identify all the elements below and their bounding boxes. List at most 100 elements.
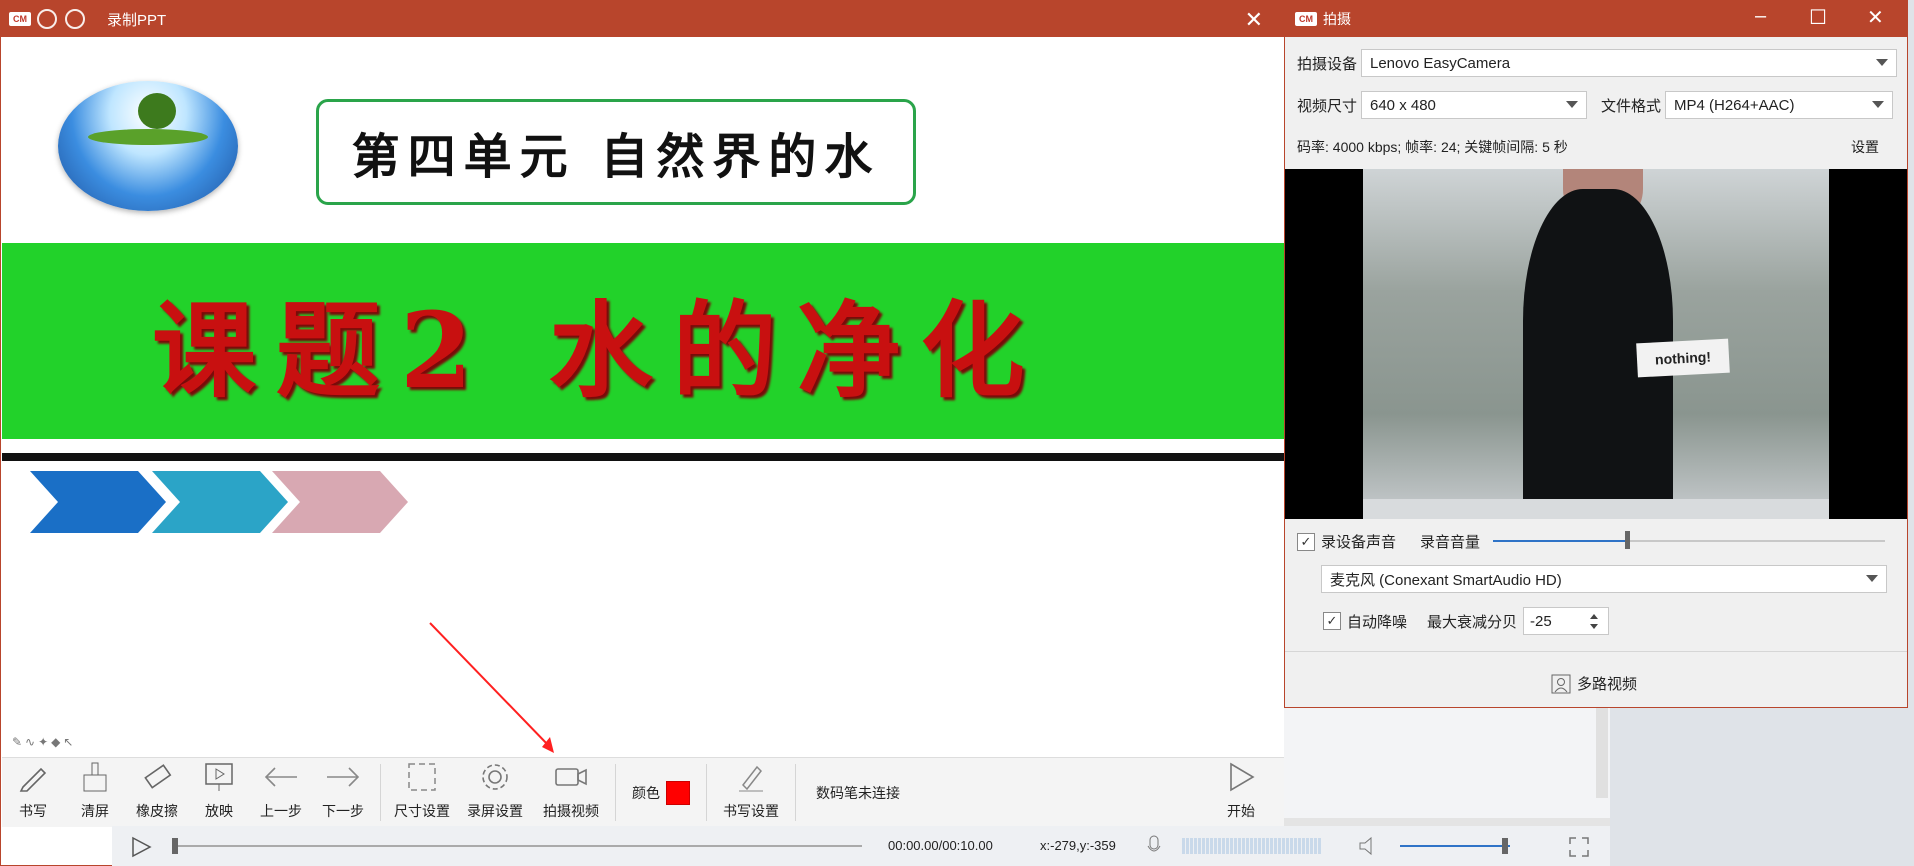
eraser-icon [144, 764, 172, 789]
format-select[interactable]: MP4 (H264+AAC) [1665, 91, 1893, 119]
toolbar-separator [795, 764, 796, 821]
side-panel-background [1284, 708, 1610, 826]
presentation-icon [205, 763, 233, 791]
volume-slider-fill[interactable] [1493, 540, 1627, 542]
pencil-icon [19, 767, 47, 792]
start-label: 开始 [1227, 803, 1255, 819]
camera-window-title: 拍摄 [1323, 11, 1351, 27]
denoise-label: 自动降噪 [1347, 613, 1408, 631]
toolbar-separator [380, 764, 381, 821]
record-settings-button[interactable]: 录屏设置 [457, 758, 533, 827]
microphone-select[interactable]: 麦克风 (Conexant SmartAudio HD) [1321, 565, 1887, 593]
h-scrollbar[interactable] [1284, 818, 1610, 826]
device-select[interactable]: Lenovo EasyCamera [1361, 49, 1897, 77]
settings-link[interactable]: 设置 [1851, 137, 1879, 157]
eraser-label: 橡皮擦 [136, 803, 178, 819]
main-titlebar: CM 录制PPT ✕ [1, 1, 1283, 37]
fullscreen-icon[interactable] [1568, 836, 1590, 858]
clear-button[interactable]: 清屏 [64, 758, 126, 827]
write-label: 书写 [19, 803, 47, 819]
denoise-checkbox[interactable]: ✓ [1323, 612, 1341, 630]
volume-slider-track[interactable] [1627, 540, 1885, 542]
color-swatch[interactable] [666, 780, 690, 805]
write-button[interactable]: 书写 [2, 758, 64, 827]
size-settings-label: 尺寸设置 [394, 803, 450, 819]
next-step-button[interactable]: 下一步 [312, 758, 374, 827]
gear-icon [482, 764, 508, 790]
arrow-left-icon [264, 767, 297, 787]
lesson-banner: 课题2 水的净化 [2, 243, 1284, 439]
start-button[interactable]: 开始 [1210, 758, 1272, 827]
close-icon[interactable]: ✕ [1867, 5, 1884, 30]
record-audio-label: 录设备声音 [1321, 534, 1397, 551]
max-atten-value: -25 [1530, 612, 1552, 630]
close-icon[interactable]: ✕ [1245, 7, 1263, 33]
redo-icon[interactable] [65, 9, 85, 29]
play-label: 放映 [205, 803, 233, 819]
timeline-track[interactable] [172, 845, 862, 847]
play-icon[interactable] [130, 836, 152, 858]
multi-video-label: 多路视频 [1577, 676, 1638, 693]
chevron-2 [152, 471, 288, 533]
max-atten-label: 最大衰减分贝 [1427, 613, 1518, 631]
stepper-down-icon[interactable] [1590, 624, 1599, 629]
time-readout: 00:00.00/00:10.00 [888, 838, 993, 853]
camera-video-button[interactable]: 拍摄视频 [533, 758, 609, 827]
person-icon [1551, 674, 1571, 693]
timeline-thumb[interactable] [172, 838, 178, 854]
size-settings-button[interactable]: 尺寸设置 [387, 758, 457, 827]
bottom-toolbar: 书写 清屏 橡皮擦 放映 上一步 下一步 尺寸设置 录屏设置 拍摄视频 颜色 书… [2, 757, 1284, 827]
lesson-title: 课题2 水的净化 [152, 288, 1045, 412]
minimize-icon[interactable]: – [1755, 5, 1766, 28]
prev-label: 上一步 [260, 803, 302, 819]
record-audio-checkbox[interactable]: ✓ [1297, 532, 1315, 551]
globe-image [58, 81, 238, 211]
app-logo-icon: CM [9, 12, 31, 26]
encoding-info: 码率: 4000 kbps; 帧率: 24; 关键帧间隔: 5 秒 [1297, 139, 1568, 155]
maximize-icon[interactable]: ☐ [1809, 5, 1827, 30]
shirt-text: nothing! [1636, 338, 1730, 378]
undo-icon[interactable] [37, 9, 57, 29]
cursor-coords: x:-279,y:-359 [1040, 838, 1116, 853]
unit-title: 第四单元 自然界的水 [316, 99, 916, 205]
chevron-down-icon [1866, 575, 1878, 582]
camera-window: CM 拍摄 – ☐ ✕ 拍摄设备 Lenovo EasyCamera 视频尺寸 … [1284, 0, 1908, 708]
volume-slider-thumb[interactable] [1625, 531, 1630, 549]
color-picker[interactable]: 颜色 [622, 758, 700, 827]
audio-level-meter [1182, 838, 1322, 854]
play-button[interactable]: 放映 [188, 758, 250, 827]
microphone-icon[interactable] [1146, 834, 1162, 858]
volume-label: 录音音量 [1420, 534, 1481, 551]
pen-settings-button[interactable]: 书写设置 [713, 758, 789, 827]
multi-video-button[interactable]: 多路视频 [1551, 673, 1637, 694]
color-label: 颜色 [632, 784, 660, 801]
window-title: 录制PPT [107, 11, 167, 29]
camera-titlebar: CM 拍摄 – ☐ ✕ [1285, 1, 1907, 37]
clear-label: 清屏 [81, 803, 109, 819]
mini-draw-tools[interactable]: ✎∿✦◆↖ [12, 735, 76, 749]
video-camera-icon [555, 768, 587, 786]
max-atten-stepper[interactable]: -25 [1523, 607, 1610, 635]
camera-preview: nothing! [1285, 169, 1907, 519]
prev-step-button[interactable]: 上一步 [250, 758, 312, 827]
playback-bar: 00:00.00/00:10.00 x:-279,y:-359 [112, 826, 1610, 866]
camera-feed-image: nothing! [1363, 169, 1829, 519]
scrollbar[interactable] [1596, 708, 1608, 798]
volume-slider[interactable] [1400, 845, 1510, 847]
speaker-icon[interactable] [1358, 836, 1380, 856]
record-settings-label: 录屏设置 [467, 803, 523, 819]
arrow-right-icon [327, 767, 360, 787]
size-select[interactable]: 640 x 480 [1361, 91, 1587, 119]
app-logo-icon: CM [1295, 12, 1317, 26]
slide-canvas[interactable]: 第四单元 自然界的水 课题2 水的净化 ✎∿✦◆↖ [2, 37, 1284, 757]
pen-settings-label: 书写设置 [723, 803, 779, 819]
chevron-down-icon [1566, 101, 1578, 108]
play-icon [1230, 762, 1255, 792]
next-label: 下一步 [322, 803, 364, 819]
annotation-arrow [429, 622, 554, 753]
chevron-down-icon [1876, 59, 1888, 66]
stepper-up-icon[interactable] [1590, 614, 1599, 619]
eraser-button[interactable]: 橡皮擦 [126, 758, 188, 827]
volume-thumb[interactable] [1502, 838, 1508, 854]
broom-icon [83, 762, 107, 792]
